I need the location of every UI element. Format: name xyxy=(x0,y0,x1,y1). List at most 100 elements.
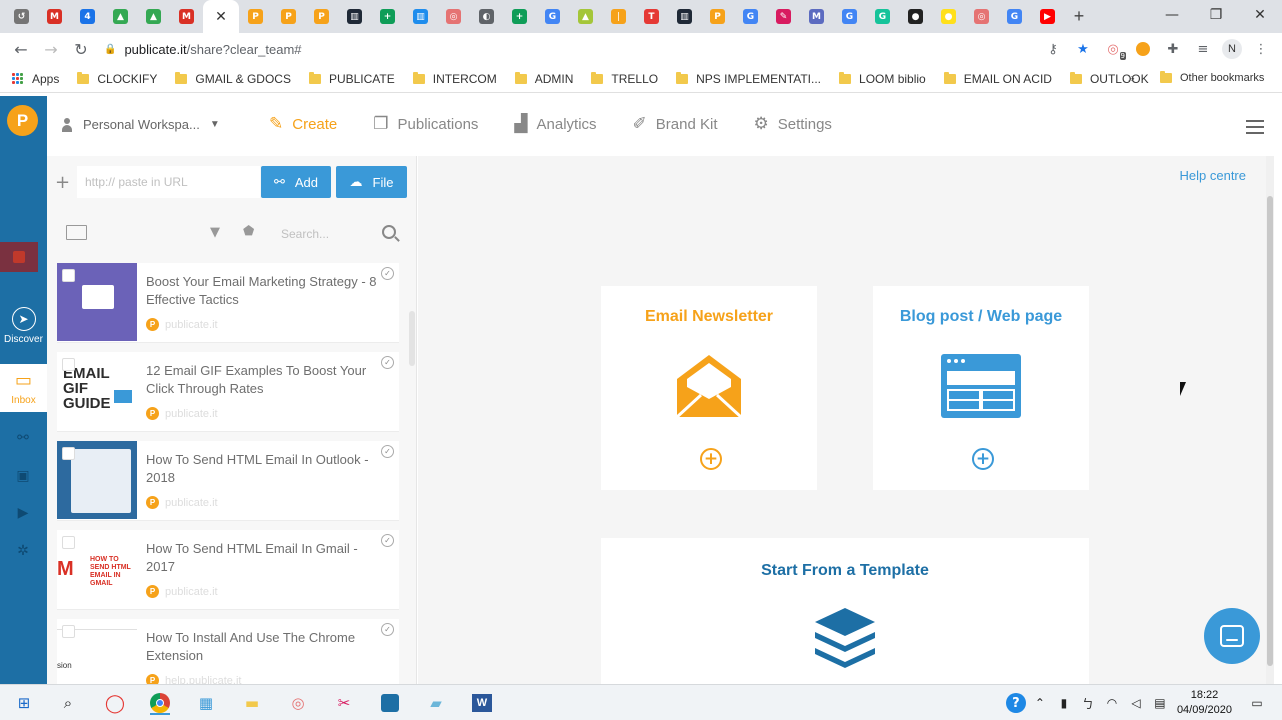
check-circle-icon[interactable]: ✓ xyxy=(381,623,394,636)
app-icon[interactable]: ▦ xyxy=(194,691,218,715)
keyboard-icon[interactable]: ▤ xyxy=(1149,692,1171,714)
search-icon[interactable] xyxy=(382,225,396,239)
tile-start-from-template[interactable]: Start From a Template xyxy=(601,538,1089,688)
bookmark-folder[interactable]: NPS IMPLEMENTATI... xyxy=(676,71,821,86)
check-circle-icon[interactable]: ✓ xyxy=(381,445,394,458)
publicate-logo[interactable]: P xyxy=(7,105,38,136)
add-button[interactable]: ⚯ Add xyxy=(261,166,331,198)
url-input[interactable] xyxy=(77,166,260,198)
select-checkbox[interactable] xyxy=(62,447,75,460)
notes-icon[interactable]: ▰ xyxy=(424,691,448,715)
check-circle-icon[interactable]: ✓ xyxy=(381,267,394,280)
browser-tab[interactable]: G xyxy=(734,0,767,33)
item-title[interactable]: Boost Your Email Marketing Strategy - 8 … xyxy=(146,273,386,309)
browser-tab[interactable]: ✕ xyxy=(203,0,239,33)
chat-launcher-button[interactable] xyxy=(1204,608,1260,664)
list-item[interactable]: sion How To Install And Use The Chrome Ex… xyxy=(57,619,399,684)
help-icon[interactable]: ? xyxy=(1005,692,1027,714)
browser-tab[interactable]: ▲ xyxy=(137,0,170,33)
browser-tab[interactable]: ▥ xyxy=(668,0,701,33)
select-checkbox[interactable] xyxy=(62,358,75,371)
tag-icon[interactable]: ⬟ xyxy=(243,224,254,239)
wifi-icon[interactable]: ◠ xyxy=(1101,692,1123,714)
hamburger-menu-icon[interactable] xyxy=(1246,120,1264,134)
nav-settings[interactable]: ⚙ Settings xyxy=(753,114,831,134)
browser-tab[interactable]: ❘ xyxy=(602,0,635,33)
browser-tab[interactable]: ▲ xyxy=(104,0,137,33)
video-icon[interactable]: ▶ xyxy=(13,503,33,523)
bookmark-folder[interactable]: CLOCKIFY xyxy=(77,71,157,86)
workspace-selector[interactable]: Personal Workspa... ▼ xyxy=(61,117,220,132)
key-icon[interactable]: ⚷ xyxy=(1042,38,1064,60)
bookmark-folder[interactable]: PUBLICATE xyxy=(308,71,395,86)
minimize-button[interactable]: — xyxy=(1150,0,1194,30)
bookmark-folder[interactable]: OUTLOOK xyxy=(1069,71,1149,86)
new-tab-button[interactable]: + xyxy=(1064,2,1094,32)
puzzle-icon[interactable]: ✚ xyxy=(1162,38,1184,60)
bookmark-apps[interactable]: Apps xyxy=(12,72,59,86)
browser-tab[interactable]: T xyxy=(635,0,668,33)
browser-tab[interactable]: M xyxy=(170,0,203,33)
item-title[interactable]: How To Install And Use The Chrome Extens… xyxy=(146,629,386,665)
rail-inbox[interactable]: ▭ Inbox xyxy=(0,364,47,412)
browser-tab[interactable]: ◎ xyxy=(965,0,998,33)
bookmark-folder[interactable]: INTERCOM xyxy=(412,71,497,86)
select-checkbox[interactable] xyxy=(62,625,75,638)
ime-icon[interactable]: ㄅ xyxy=(1077,692,1099,714)
bookmark-folder[interactable]: LOOM biblio xyxy=(839,71,926,86)
browser-tab[interactable]: ✎ xyxy=(767,0,800,33)
notifications-icon[interactable]: ▭ xyxy=(1246,692,1268,714)
bookmark-folder[interactable]: EMAIL ON ACID xyxy=(943,71,1052,86)
panel-scrollbar[interactable] xyxy=(409,311,415,366)
snip-tool-icon[interactable]: ✂ xyxy=(332,691,356,715)
nav-brand-kit[interactable]: ✐ Brand Kit xyxy=(633,114,718,134)
settings-cog-icon[interactable]: ✲ xyxy=(13,541,33,561)
nav-publications[interactable]: ❐ Publications xyxy=(373,114,478,134)
browser-tab[interactable]: ▲ xyxy=(569,0,602,33)
folder-icon[interactable] xyxy=(66,225,87,240)
bookmark-folder[interactable]: TRELLO xyxy=(591,71,658,86)
browser-tab[interactable]: ● xyxy=(932,0,965,33)
system-clock[interactable]: 18:22 04/09/2020 xyxy=(1177,688,1232,718)
chrome-icon[interactable] xyxy=(148,691,172,715)
windows-start-icon[interactable]: ⊞ xyxy=(12,691,36,715)
select-checkbox[interactable] xyxy=(62,536,75,549)
browser-tab[interactable]: + xyxy=(371,0,404,33)
browser-tab[interactable]: M xyxy=(38,0,71,33)
browser-tab[interactable]: G xyxy=(998,0,1031,33)
volume-icon[interactable]: ◁ xyxy=(1125,692,1147,714)
browser-tab[interactable]: 4 xyxy=(71,0,104,33)
browser-tab[interactable]: ◐ xyxy=(470,0,503,33)
nav-create[interactable]: ✎ Create xyxy=(269,114,337,134)
publicate-extension-icon[interactable] xyxy=(1132,38,1154,60)
browser-tab[interactable]: P xyxy=(239,0,272,33)
link-icon[interactable]: ⚯ xyxy=(13,428,33,448)
bookmark-folder[interactable]: ADMIN xyxy=(514,71,573,86)
item-title[interactable]: 12 Email GIF Examples To Boost Your Clic… xyxy=(146,362,386,398)
restore-button[interactable]: ❐ xyxy=(1194,0,1238,30)
select-checkbox[interactable] xyxy=(62,269,75,282)
tile-email-newsletter[interactable]: Email Newsletter + xyxy=(601,286,817,490)
chevron-up-icon[interactable]: ⌃ xyxy=(1029,692,1051,714)
opera-icon[interactable]: ◯ xyxy=(103,691,127,715)
back-button[interactable]: ← xyxy=(6,34,36,64)
rail-discover[interactable]: ➤ Discover xyxy=(0,307,47,345)
reading-list-icon[interactable]: ≡ xyxy=(1192,38,1214,60)
profile-avatar[interactable]: N xyxy=(1222,39,1242,59)
search-icon[interactable]: ⌕ xyxy=(56,691,80,715)
browser-tab[interactable]: P xyxy=(272,0,305,33)
target-extension-icon[interactable]: ◎ 9 xyxy=(1102,38,1126,60)
browser-tab[interactable]: G xyxy=(536,0,569,33)
forward-button[interactable]: → xyxy=(36,34,66,64)
browser-tab[interactable]: ▶ xyxy=(1031,0,1064,33)
tile-blog-post[interactable]: Blog post / Web page + xyxy=(873,286,1089,490)
nav-analytics[interactable]: ▟ Analytics xyxy=(514,114,596,134)
record-button[interactable] xyxy=(0,242,38,272)
browser-tab[interactable]: ▥ xyxy=(404,0,437,33)
target-app-icon[interactable]: ◎ xyxy=(286,691,310,715)
browser-tab[interactable]: ● xyxy=(899,0,932,33)
file-explorer-icon[interactable]: ▬ xyxy=(240,691,264,715)
close-window-button[interactable]: ✕ xyxy=(1238,0,1282,30)
item-title[interactable]: How To Send HTML Email In Gmail - 2017 xyxy=(146,540,386,576)
browser-tab[interactable]: ↺ xyxy=(5,0,38,33)
